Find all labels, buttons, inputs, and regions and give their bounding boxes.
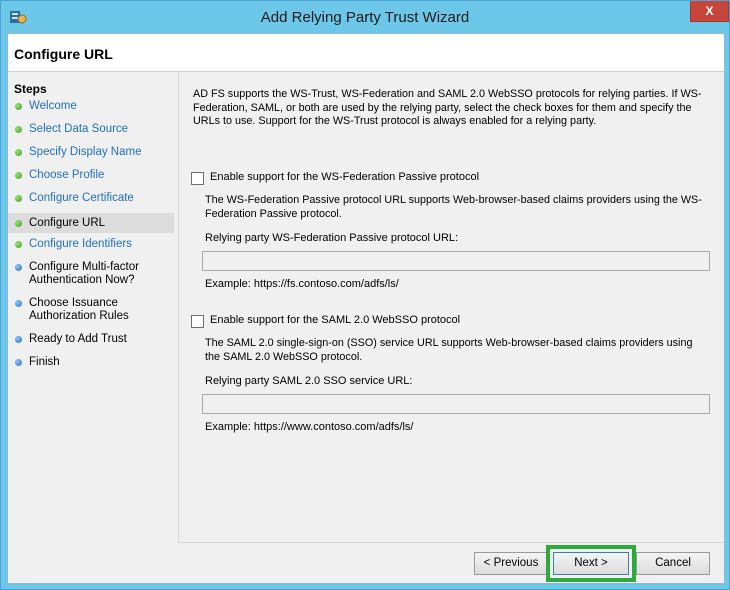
step-label: Select Data Source [29,123,129,135]
steps-panel: Steps Welcome Select Data Source Specify… [8,72,178,583]
step-label: Specify Display Name [29,146,142,158]
step-label: Finish [29,356,60,368]
step-complete-icon [15,195,22,202]
step-label: Welcome [29,100,77,112]
step-welcome[interactable]: Welcome [8,98,174,115]
step-current-icon [15,220,22,227]
window-title: Add Relying Party Trust Wizard [260,9,470,26]
footer-divider [178,542,724,543]
step-pending-icon [15,264,22,271]
wsfed-example: Example: https://fs.contoso.com/adfs/ls/ [205,278,399,290]
step-label: Configure Multi-factor Authentication No… [29,261,139,286]
saml-url-input[interactable] [202,394,710,414]
wizard-window: Add Relying Party Trust Wizard X Configu… [0,0,730,590]
step-label: Ready to Add Trust [29,333,127,345]
step-select-data-source[interactable]: Select Data Source [8,121,174,138]
page-title: Configure URL [14,46,113,62]
step-specify-display-name[interactable]: Specify Display Name [8,144,174,161]
close-button[interactable]: X [690,1,729,22]
content-panel: AD FS supports the WS-Trust, WS-Federati… [178,72,724,542]
step-pending-icon [15,336,22,343]
saml-checkbox-label[interactable]: Enable support for the SAML 2.0 WebSSO p… [210,314,460,326]
intro-text: AD FS supports the WS-Trust, WS-Federati… [193,88,702,127]
next-button[interactable]: Next > [553,552,629,575]
steps-heading: Steps [14,82,47,96]
step-configure-certificate[interactable]: Configure Certificate [8,190,174,207]
title-bar[interactable]: Add Relying Party Trust Wizard X [1,1,729,33]
saml-description: The SAML 2.0 single-sign-on (SSO) servic… [205,337,693,363]
wsfed-checkbox[interactable] [191,172,204,185]
step-label: Choose Profile [29,169,105,181]
step-complete-icon [15,149,22,156]
step-choose-profile[interactable]: Choose Profile [8,167,174,184]
step-label: Configure Identifiers [29,238,132,250]
page-header: Configure URL [8,34,724,72]
wsfed-url-input[interactable] [202,251,710,271]
saml-example: Example: https://www.contoso.com/adfs/ls… [205,421,414,433]
step-label: Configure URL [29,217,106,229]
cancel-button[interactable]: Cancel [636,552,710,575]
wizard-client-area: Configure URL Steps Welcome Select Data … [7,33,725,584]
wsfed-checkbox-label[interactable]: Enable support for the WS-Federation Pas… [210,171,479,183]
step-pending-icon [15,359,22,366]
saml-url-label: Relying party SAML 2.0 SSO service URL: [205,375,413,387]
step-complete-icon [15,126,22,133]
step-finish: Finish [8,354,174,371]
previous-button[interactable]: < Previous [474,552,548,575]
step-ready-to-add: Ready to Add Trust [8,331,174,348]
step-complete-icon [15,172,22,179]
wsfed-url-label: Relying party WS-Federation Passive prot… [205,232,459,244]
step-configure-identifiers[interactable]: Configure Identifiers [8,236,174,253]
step-label: Choose Issuance Authorization Rules [29,297,129,322]
step-complete-icon [15,103,22,110]
step-choose-issuance-rules: Choose Issuance Authorization Rules [8,295,174,325]
step-complete-icon [15,241,22,248]
step-configure-multifactor: Configure Multi-factor Authentication No… [8,259,174,289]
step-label: Configure Certificate [29,192,134,204]
step-pending-icon [15,300,22,307]
wsfed-description: The WS-Federation Passive protocol URL s… [205,194,702,220]
saml-checkbox[interactable] [191,315,204,328]
step-configure-url: Configure URL [8,213,174,233]
